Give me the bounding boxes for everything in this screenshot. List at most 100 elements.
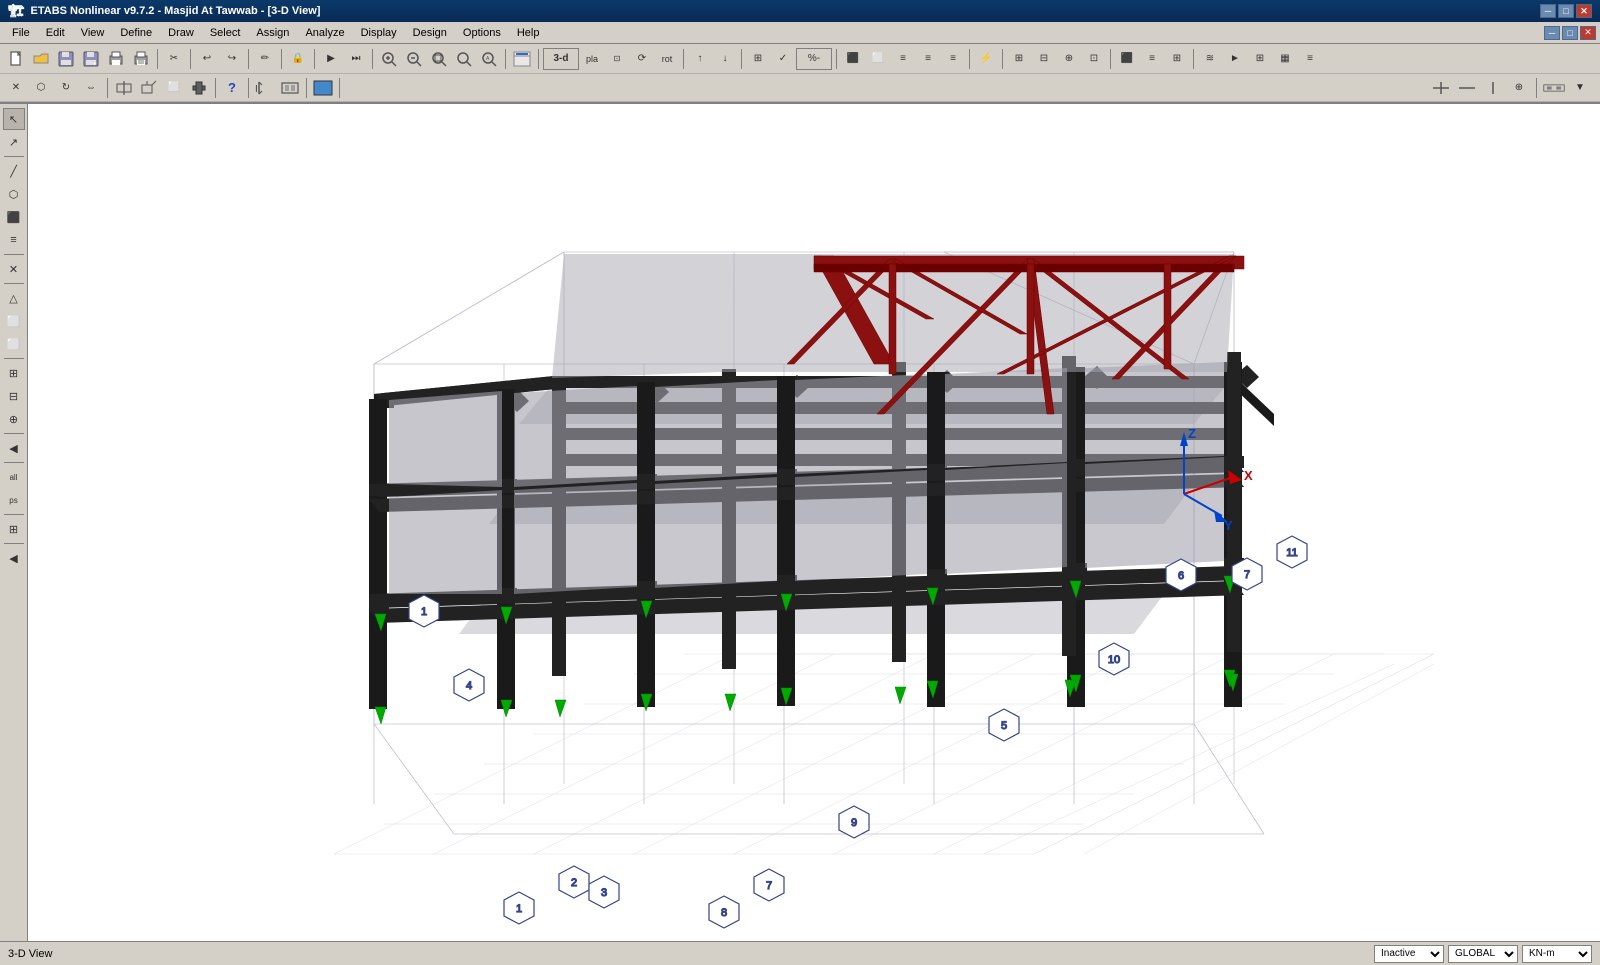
tb2-snap5[interactable]: [1542, 77, 1566, 99]
tb-arrow-up[interactable]: ↑: [688, 48, 712, 70]
tb2-delete[interactable]: ✕: [4, 77, 28, 99]
tb-sel2[interactable]: ⊡: [1082, 48, 1106, 70]
tool-select-rubber[interactable]: ↗: [3, 131, 25, 153]
tb-run-step[interactable]: ⏭: [344, 48, 368, 70]
tb-check[interactable]: ✓: [771, 48, 795, 70]
menu-select[interactable]: Select: [202, 22, 249, 43]
menu-options[interactable]: Options: [455, 22, 509, 43]
tb-save-as[interactable]: +: [79, 48, 103, 70]
tb-snap[interactable]: ⊡: [605, 48, 629, 70]
tb-fill[interactable]: ⬛: [1115, 48, 1139, 70]
menu-define[interactable]: Define: [112, 22, 160, 43]
tool-slab[interactable]: ⬜: [3, 333, 25, 355]
tb2-snap-down[interactable]: ▼: [1568, 77, 1592, 99]
tool-ps[interactable]: ps: [3, 489, 25, 511]
coord-dropdown[interactable]: GLOBAL LOCAL: [1448, 945, 1518, 963]
tb-zoom-box[interactable]: [427, 48, 451, 70]
tb2-material[interactable]: ⬜: [162, 77, 186, 99]
tool-collapse-2[interactable]: ◀: [3, 547, 25, 569]
tb-properties[interactable]: ✏: [253, 48, 277, 70]
tb-lines2[interactable]: ≡: [916, 48, 940, 70]
tb2-snap4[interactable]: ⊕: [1507, 77, 1531, 99]
tb-lines1[interactable]: ≡: [891, 48, 915, 70]
tb-refresh-view[interactable]: ⟳: [630, 48, 654, 70]
menu-assign[interactable]: Assign: [248, 22, 297, 43]
tb-plan-view[interactable]: pla: [580, 48, 604, 70]
tb-undo[interactable]: ↩: [195, 48, 219, 70]
viewport[interactable]: Z X Y 1 2 3: [28, 104, 1600, 941]
inner-close[interactable]: ✕: [1580, 26, 1596, 40]
inner-minimize[interactable]: ─: [1544, 26, 1560, 40]
tb2-height[interactable]: I: [253, 77, 277, 99]
tb2-snap2[interactable]: [1455, 77, 1479, 99]
unit-dropdown[interactable]: KN-m KN-mm N-m lb-ft: [1522, 945, 1592, 963]
maximize-button[interactable]: □: [1558, 4, 1574, 18]
tb-run-start[interactable]: ▶: [319, 48, 343, 70]
tb-redo[interactable]: ↪: [220, 48, 244, 70]
tb-toolbar2[interactable]: ≡: [1140, 48, 1164, 70]
tb-tile-windows[interactable]: ⊞: [746, 48, 770, 70]
tb2-section[interactable]: [112, 77, 136, 99]
tb-zoom-prev[interactable]: [452, 48, 476, 70]
tb-3d-view[interactable]: 3-d: [543, 48, 579, 70]
tb-rect2[interactable]: ⬜: [866, 48, 890, 70]
tb2-rotate[interactable]: ↻: [54, 77, 78, 99]
tb2-color[interactable]: [311, 77, 335, 99]
tb-export[interactable]: ≡: [1298, 48, 1322, 70]
tb-wave[interactable]: ≋: [1198, 48, 1222, 70]
tb-arrow-down[interactable]: ↓: [713, 48, 737, 70]
tool-tri[interactable]: △: [3, 287, 25, 309]
tool-grid-view[interactable]: ⊞: [3, 518, 25, 540]
tb-print-table[interactable]: [129, 48, 153, 70]
menu-draw[interactable]: Draw: [160, 22, 202, 43]
tb-rect1[interactable]: ⬛: [841, 48, 865, 70]
tb-win2[interactable]: ⊞: [1165, 48, 1189, 70]
tb-rotate[interactable]: rot: [655, 48, 679, 70]
tb-new[interactable]: [4, 48, 28, 70]
tb2-mirror[interactable]: ⇔: [79, 77, 103, 99]
menu-analyze[interactable]: Analyze: [297, 22, 352, 43]
menu-view[interactable]: View: [73, 22, 113, 43]
tb2-assign[interactable]: [187, 77, 211, 99]
tb-lightning[interactable]: ⚡: [974, 48, 998, 70]
tb-grid5[interactable]: ▦: [1273, 48, 1297, 70]
tb2-snap1[interactable]: [1429, 77, 1453, 99]
tb-cut[interactable]: ✂: [162, 48, 186, 70]
tool-all[interactable]: all: [3, 466, 25, 488]
tb-print-model[interactable]: [104, 48, 128, 70]
tb-grid-snap[interactable]: ⊞: [1007, 48, 1031, 70]
menu-help[interactable]: Help: [509, 22, 548, 43]
tb-set-building[interactable]: 🔒: [286, 48, 310, 70]
tb-play[interactable]: ►: [1223, 48, 1247, 70]
tool-section-cut[interactable]: ⊟: [3, 385, 25, 407]
menu-display[interactable]: Display: [353, 22, 405, 43]
tool-draw-area[interactable]: ⬛: [3, 206, 25, 228]
inner-maximize[interactable]: □: [1562, 26, 1578, 40]
tb-zoom-all[interactable]: A: [477, 48, 501, 70]
tb2-snap3[interactable]: [1481, 77, 1505, 99]
tb-lines3[interactable]: ≡: [941, 48, 965, 70]
tb-percent[interactable]: %-: [796, 48, 832, 70]
menu-file[interactable]: File: [4, 22, 38, 43]
tb-grid4[interactable]: ⊞: [1248, 48, 1272, 70]
tb2-move[interactable]: ⬡: [29, 77, 53, 99]
tb-zoom-out[interactable]: [402, 48, 426, 70]
tool-add[interactable]: ⊕: [3, 408, 25, 430]
tool-grid[interactable]: ⊞: [3, 362, 25, 384]
tb-save[interactable]: [54, 48, 78, 70]
tb-minus[interactable]: ⊟: [1032, 48, 1056, 70]
menu-design[interactable]: Design: [405, 22, 455, 43]
tb-model-explorer[interactable]: [510, 48, 534, 70]
tb-open[interactable]: [29, 48, 53, 70]
tool-collapse[interactable]: ◀: [3, 437, 25, 459]
tb-zoom-in[interactable]: [377, 48, 401, 70]
minimize-button[interactable]: ─: [1540, 4, 1556, 18]
close-button[interactable]: ✕: [1576, 4, 1592, 18]
tb2-visibility[interactable]: [278, 77, 302, 99]
tool-draw-polyline[interactable]: ≡: [3, 229, 25, 251]
tool-draw-frame[interactable]: ╱: [3, 160, 25, 182]
mode-dropdown[interactable]: Inactive Active: [1374, 945, 1444, 963]
tb2-extrude[interactable]: [137, 77, 161, 99]
tool-rect[interactable]: ⬜: [3, 310, 25, 332]
tool-delete[interactable]: ✕: [3, 258, 25, 280]
